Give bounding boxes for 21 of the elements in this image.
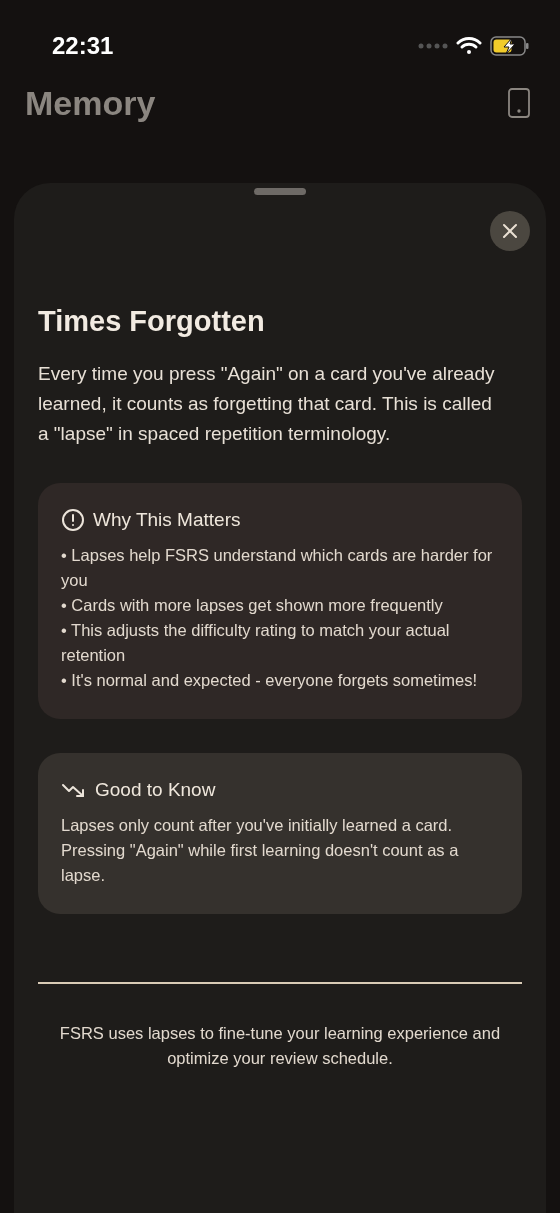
bullet-point: • Lapses help FSRS understand which cards are harder for you xyxy=(61,545,494,591)
exclamation-circle-icon xyxy=(61,508,85,532)
wifi-icon xyxy=(456,36,482,56)
phone-icon[interactable] xyxy=(508,88,530,118)
card-text: Lapses only count after you've initially learned a card. Pressing "Again" while first learning doesn't count as a lapse. xyxy=(61,815,460,886)
drag-handle[interactable] xyxy=(254,188,306,195)
bullet-point: • It's normal and expected - everyone forgets sometimes! xyxy=(61,670,479,691)
page-title: Memory xyxy=(25,82,156,124)
bullet-point: • This adjusts the difficulty rating to match your actual retention xyxy=(61,620,451,666)
battery-charging-icon xyxy=(490,36,530,56)
signal-dots-icon xyxy=(418,43,448,49)
footer-note: FSRS uses lapses to fine-tune your learning experience and optimize your review schedule. xyxy=(58,1023,502,1069)
bullet-point: • Cards with more lapses get shown more frequently xyxy=(61,595,444,616)
card-title: Why This Matters xyxy=(93,508,241,532)
status-time: 22:31 xyxy=(52,31,114,61)
sheet-title: Times Forgotten xyxy=(38,304,266,339)
card-title: Good to Know xyxy=(95,778,216,802)
sheet-description: Every time you press "Again" on a card you've already learned, it counts as forgetting that card. This is called a "lapse" in spaced repetition terminology. xyxy=(38,362,496,446)
close-button[interactable] xyxy=(490,211,530,251)
close-icon xyxy=(502,223,518,239)
trending-down-icon xyxy=(61,781,87,799)
